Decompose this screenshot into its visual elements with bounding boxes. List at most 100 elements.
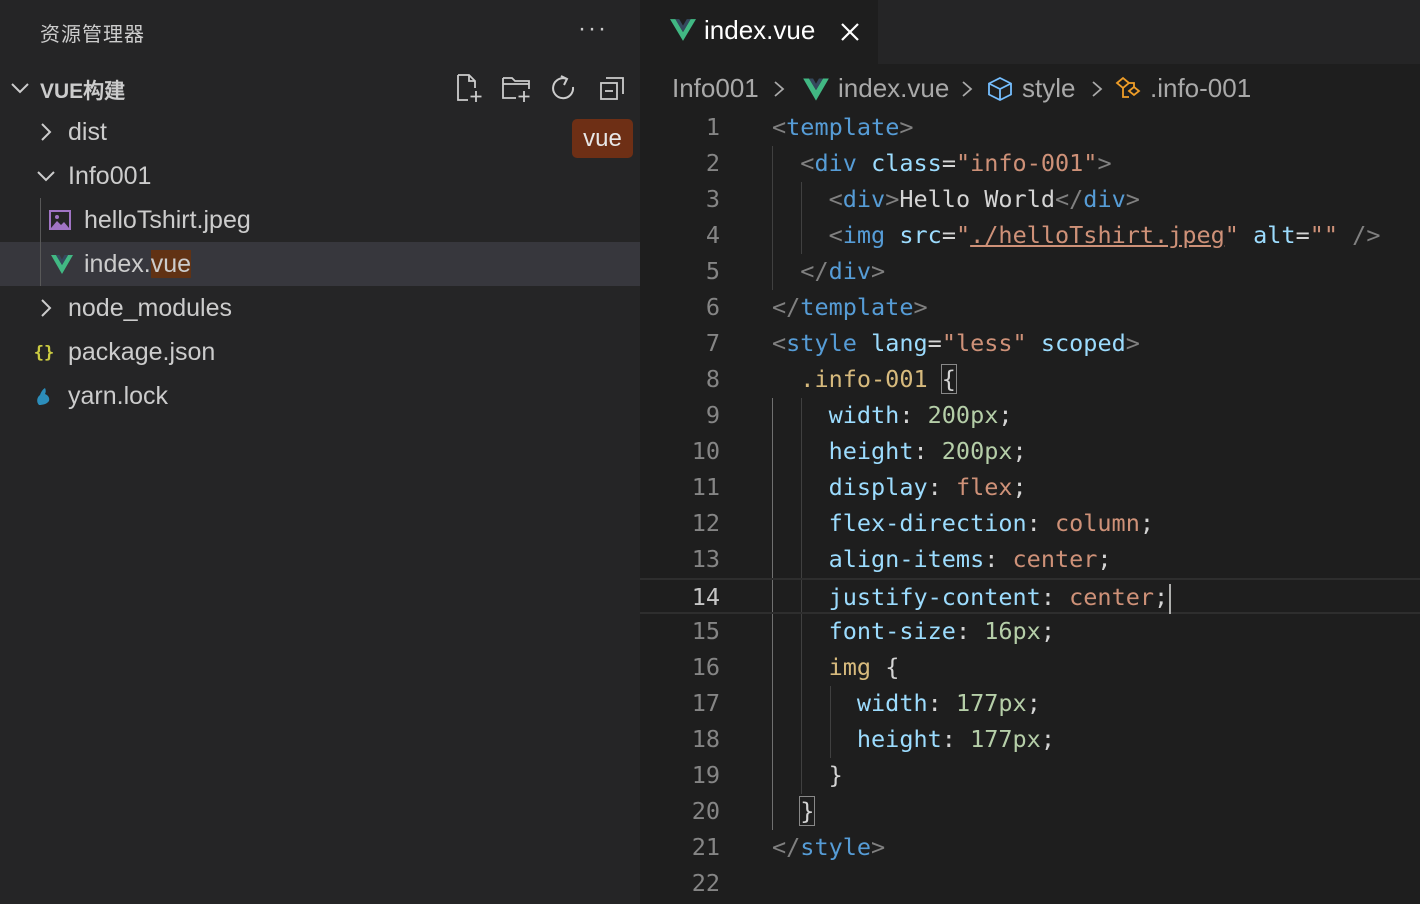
code-text: img { [772,653,900,681]
code-token: : [984,545,1013,573]
search-tooltip: vue [572,119,633,158]
code-token: " [1224,221,1239,249]
line-number: 14 [691,583,720,611]
code-text: justify-content: center; [772,583,1172,614]
code-token: 200px [927,401,999,429]
project-folder-header[interactable]: VUE构建 [0,66,640,110]
code-token: = [927,329,942,357]
code-line[interactable]: 10 height: 200px; [640,434,1420,470]
code-line[interactable]: 13 align-items: center; [640,542,1420,578]
tree-item-node-modules[interactable]: node_modules [0,286,640,330]
code-token: { [871,653,900,681]
tree-item-label: Info001 [68,162,152,190]
code-line[interactable]: 14 justify-content: center; [640,578,1420,614]
code-editor[interactable]: 1 <template> 2 <div class="info-001"> 3 <di… [640,110,1420,904]
code-line[interactable]: 8 .info-001 { [640,362,1420,398]
new-file-icon[interactable] [452,72,484,104]
more-actions-button[interactable]: ··· [578,14,608,44]
code-token: align-items [828,545,985,573]
code-text: } [772,796,816,826]
code-line[interactable]: 17 width: 177px; [640,686,1420,722]
code-line[interactable]: 16 img { [640,650,1420,686]
line-number: 15 [691,617,720,645]
code-line[interactable]: 9 width: 200px; [640,398,1420,434]
tree-item-yarn-lock[interactable]: yarn.lock [0,374,640,418]
code-token: class [871,149,942,177]
refresh-icon[interactable] [548,72,580,104]
code-line[interactable]: 1 <template> [640,110,1420,146]
line-number: 5 [705,257,720,285]
breadcrumb-selector[interactable]: .info-001 [1150,73,1251,104]
line-number: 11 [691,473,720,501]
chevron-right-icon [962,81,973,97]
code-line[interactable]: 19 } [640,758,1420,794]
explorer-sidebar: 资源管理器 ··· VUE构建 dist Info001 helloTshirt… [0,0,640,904]
tree-item-package-json[interactable]: {} package.json [0,330,640,374]
code-line[interactable]: 7 <style lang="less" scoped> [640,326,1420,362]
tree-item-label: node_modules [68,294,233,322]
code-text: <template> [772,113,914,141]
code-line[interactable]: 22 [640,866,1420,902]
code-token: > [871,833,886,861]
code-token: : [941,725,971,753]
code-text: display: flex; [772,473,1027,501]
image-file-icon [49,210,71,230]
code-token: </ [800,257,829,285]
code-line[interactable]: 4 <img src="./helloTshirt.jpeg" alt="" /… [640,218,1420,254]
breadcrumb-folder[interactable]: Info001 [672,73,759,104]
code-line[interactable]: 20 } [640,794,1420,830]
code-token: ; [1012,437,1027,465]
code-token: lang [871,329,928,357]
tree-item-dist[interactable]: dist [0,110,640,154]
code-line[interactable]: 21 </style> [640,830,1420,866]
code-line[interactable]: 18 height: 177px; [640,722,1420,758]
code-token: height [828,437,914,465]
code-text: height: 200px; [772,437,1027,465]
breadcrumb-file[interactable]: index.vue [838,73,949,104]
code-token: "less" [941,329,1027,357]
code-line[interactable]: 3 <div>Hello World</div> [640,182,1420,218]
json-file-icon: {} [34,343,54,363]
editor-pane: index.vue Info001 index.vue style .info-… [640,0,1420,904]
collapse-all-icon[interactable] [596,72,628,104]
code-token: display [828,473,928,501]
line-number: 20 [691,797,720,825]
breadcrumb-style[interactable]: style [1022,73,1075,104]
code-token: > [1125,329,1140,357]
tab-index-vue[interactable]: index.vue [640,0,878,64]
code-token: : [927,689,956,717]
tree-item-hellotshirt-jpeg[interactable]: helloTshirt.jpeg [0,198,640,242]
tree-item-info001[interactable]: Info001 [0,154,640,198]
code-token: : [1040,583,1070,611]
code-line[interactable]: 12 flex-direction: column; [640,506,1420,542]
code-token: flex-direction [828,509,1027,537]
close-icon[interactable] [838,20,862,44]
code-token: } [799,796,816,826]
line-number: 17 [691,689,720,717]
tree-item-index-vue[interactable]: index.vue [0,242,640,286]
code-line[interactable]: 15 font-size: 16px; [640,614,1420,650]
code-token: /> [1352,221,1381,249]
code-line[interactable]: 6 </template> [640,290,1420,326]
code-token: : [913,437,942,465]
line-number: 6 [705,293,720,321]
code-line[interactable]: 5 </div> [640,254,1420,290]
code-line[interactable]: 2 <div class="info-001"> [640,146,1420,182]
code-token: img [842,221,886,249]
code-token: < [772,113,787,141]
code-token: ; [1012,473,1027,501]
code-line[interactable]: 11 display: flex; [640,470,1420,506]
code-token: alt [1253,221,1296,249]
new-folder-icon[interactable] [500,72,532,104]
code-token: width [856,689,928,717]
